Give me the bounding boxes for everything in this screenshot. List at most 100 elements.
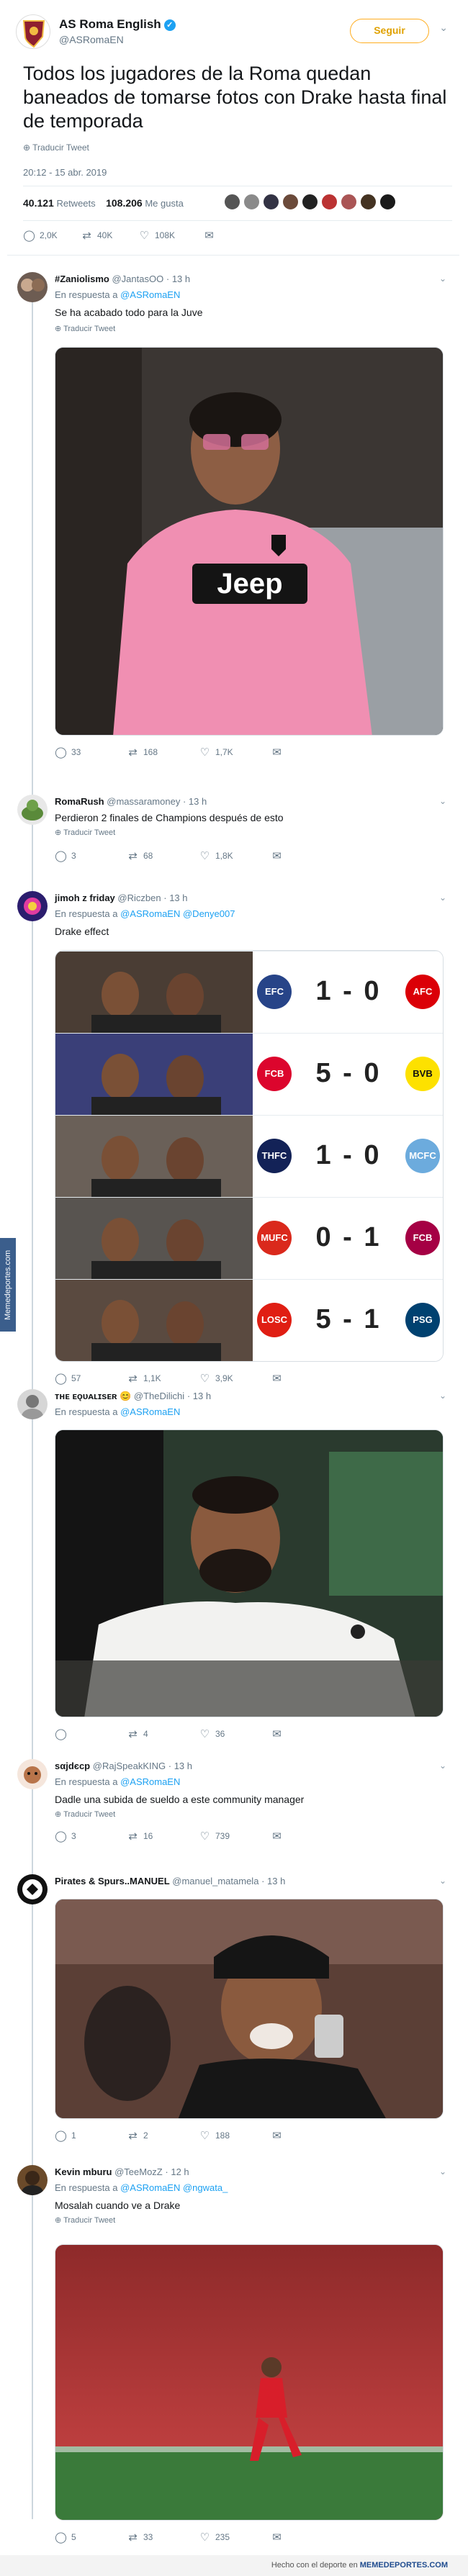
avatar[interactable]	[262, 193, 280, 211]
reply-author-handle[interactable]: @manuel_matamela	[172, 1876, 258, 1886]
reply-button[interactable]: ◯ 1	[55, 2129, 76, 2142]
mention-link[interactable]: @ngwata_	[183, 2182, 228, 2193]
mention-link[interactable]: @ASRomaEN	[120, 2182, 180, 2193]
retweet-button[interactable]: ⇄ 40K	[81, 229, 112, 242]
reply-tweet[interactable]: #Zaniolismo @JantasOO · 13 h ⌄ En respue…	[7, 272, 459, 761]
mention-link[interactable]: @ASRomaEN	[120, 1406, 180, 1417]
reply-button[interactable]: ◯ 5	[55, 2531, 76, 2544]
retweets-stat[interactable]: 40.121 Retweets	[23, 197, 96, 209]
reply-time[interactable]: 13 h	[174, 1761, 192, 1771]
reply-tweet[interactable]: Pirates & Spurs..MANUEL @manuel_matamela…	[7, 1874, 459, 2148]
reply-time[interactable]: 12 h	[171, 2166, 189, 2177]
mention-link[interactable]: @Denye007	[183, 908, 235, 919]
chevron-down-icon[interactable]: ⌄	[439, 274, 446, 284]
like-button[interactable]: ♡ 235	[199, 2531, 230, 2544]
reply-tweet[interactable]: jimoh z friday @Riczben · 13 h ⌄ En resp…	[7, 891, 459, 1385]
reply-author-handle[interactable]: @massaramoney	[107, 796, 180, 807]
avatar[interactable]	[320, 193, 338, 211]
retweet-button[interactable]: ⇄ 68	[127, 849, 153, 862]
avatar[interactable]	[243, 193, 261, 211]
reply-tweet[interactable]: ѕαjdєcp @RajSpeakKING · 13 h ⌄ En respue…	[7, 1759, 459, 1853]
like-button[interactable]: ♡ 1,7K	[199, 746, 233, 759]
dm-button[interactable]: ✉	[203, 229, 220, 242]
reply-author-handle[interactable]: @RajSpeakKING	[93, 1761, 166, 1771]
like-button[interactable]: ♡ 108K	[138, 229, 175, 242]
like-button[interactable]: ♡ 3,9K	[199, 1372, 233, 1385]
reply-author-name[interactable]: Pirates & Spurs..MANUEL	[55, 1876, 170, 1886]
translate-link[interactable]: ⊕ Traducir Tweet	[55, 324, 115, 333]
tweet-image[interactable]	[55, 1899, 444, 2119]
reply-tweet[interactable]: Kevin mburu @TeeMozZ · 12 h ⌄ En respues…	[7, 2165, 459, 2554]
avatar[interactable]	[379, 193, 397, 211]
reply-author-handle[interactable]: @TheDilichi	[134, 1391, 184, 1401]
avatar[interactable]	[17, 2165, 48, 2195]
avatar[interactable]	[223, 193, 241, 211]
retweet-button[interactable]: ⇄ 33	[127, 2531, 153, 2544]
likes-stat[interactable]: 108.206 Me gusta	[106, 197, 184, 209]
dm-button[interactable]: ✉	[271, 746, 287, 759]
avatar[interactable]	[17, 272, 48, 302]
translate-link[interactable]: ⊕ Traducir Tweet	[23, 143, 89, 153]
reply-time[interactable]: 13 h	[267, 1876, 285, 1886]
dm-button[interactable]: ✉	[271, 2129, 287, 2142]
mention-link[interactable]: @ASRomaEN	[120, 1776, 180, 1787]
reply-author-handle[interactable]: @JantasOO	[112, 274, 163, 284]
score-collage[interactable]: EFC 1 - 0 AFC FCB 5 - 0 BVB THFC 1 - 0 MCFC MUFC 0…	[55, 950, 444, 1362]
translate-link[interactable]: ⊕ Traducir Tweet	[55, 828, 115, 837]
reply-author-name[interactable]: #Zaniolismo	[55, 274, 109, 284]
chevron-down-icon[interactable]: ⌄	[439, 22, 448, 34]
reply-button[interactable]: ◯ 2,0K	[23, 229, 58, 242]
reply-author-name[interactable]: jimoh z friday	[55, 892, 115, 903]
dm-button[interactable]: ✉	[271, 1372, 287, 1385]
reply-button[interactable]: ◯ 33	[55, 746, 81, 759]
avatar[interactable]	[17, 795, 48, 825]
avatar[interactable]	[340, 193, 358, 211]
dm-button[interactable]: ✉	[271, 1727, 287, 1740]
avatar[interactable]	[282, 193, 300, 211]
chevron-down-icon[interactable]: ⌄	[439, 1876, 446, 1886]
avatar[interactable]	[301, 193, 319, 211]
retweet-button[interactable]: ⇄ 16	[127, 1830, 153, 1843]
retweet-button[interactable]: ⇄ 4	[127, 1727, 148, 1740]
like-button[interactable]: ♡ 739	[199, 1830, 230, 1843]
avatar[interactable]	[359, 193, 377, 211]
translate-link[interactable]: ⊕ Traducir Tweet	[55, 1809, 115, 1819]
chevron-down-icon[interactable]: ⌄	[439, 1761, 446, 1771]
account-name[interactable]: AS Roma English ✓	[59, 17, 176, 32]
avatar[interactable]	[17, 891, 48, 921]
reply-author-name[interactable]: RomaRush	[55, 796, 104, 807]
mention-link[interactable]: @ASRomaEN	[120, 289, 180, 300]
dm-button[interactable]: ✉	[271, 2531, 287, 2544]
reply-tweet[interactable]: ᴛʜᴇ ᴇǫᴜᴀʟɪsᴇʀ 😊 @TheDilichi · 13 h ⌄ En …	[7, 1389, 459, 1763]
avatar[interactable]	[17, 1759, 48, 1789]
retweet-button[interactable]: ⇄ 2	[127, 2129, 148, 2142]
reply-button[interactable]: ◯ 3	[55, 849, 76, 862]
retweet-button[interactable]: ⇄ 168	[127, 746, 158, 759]
tweet-image[interactable]	[55, 2244, 444, 2521]
reply-time[interactable]: 13 h	[193, 1391, 211, 1401]
reply-author-name[interactable]: Kevin mburu	[55, 2166, 112, 2177]
tweet-image[interactable]: Jeep	[55, 347, 444, 736]
chevron-down-icon[interactable]: ⌄	[439, 892, 446, 903]
avatar[interactable]	[17, 1874, 48, 1904]
chevron-down-icon[interactable]: ⌄	[439, 2166, 446, 2177]
reply-time[interactable]: 13 h	[172, 274, 190, 284]
like-button[interactable]: ♡ 1,8K	[199, 849, 233, 862]
reply-button[interactable]: ◯ 57	[55, 1372, 81, 1385]
translate-link[interactable]: ⊕ Traducir Tweet	[55, 2215, 115, 2225]
reply-time[interactable]: 13 h	[189, 796, 207, 807]
chevron-down-icon[interactable]: ⌄	[439, 796, 446, 806]
like-button[interactable]: ♡ 36	[199, 1727, 225, 1740]
tweet-timestamp[interactable]: 20:12 - 15 abr. 2019	[23, 167, 107, 178]
reply-tweet[interactable]: RomaRush @massaramoney · 13 h ⌄ Perdiero…	[7, 795, 459, 888]
reply-button[interactable]: ◯ 3	[55, 1830, 76, 1843]
reply-author-handle[interactable]: @TeeMozZ	[114, 2166, 163, 2177]
footer-brand[interactable]: MEMEDEPORTES.COM	[360, 2561, 448, 2570]
dm-button[interactable]: ✉	[271, 849, 287, 862]
account-handle[interactable]: @ASRomaEN	[59, 34, 124, 45]
retweet-button[interactable]: ⇄ 1,1K	[127, 1372, 161, 1385]
roma-crest-avatar[interactable]	[16, 14, 50, 49]
dm-button[interactable]: ✉	[271, 1830, 287, 1843]
follow-button[interactable]: Seguir	[350, 19, 429, 43]
reply-author-handle[interactable]: @Riczben	[117, 892, 161, 903]
